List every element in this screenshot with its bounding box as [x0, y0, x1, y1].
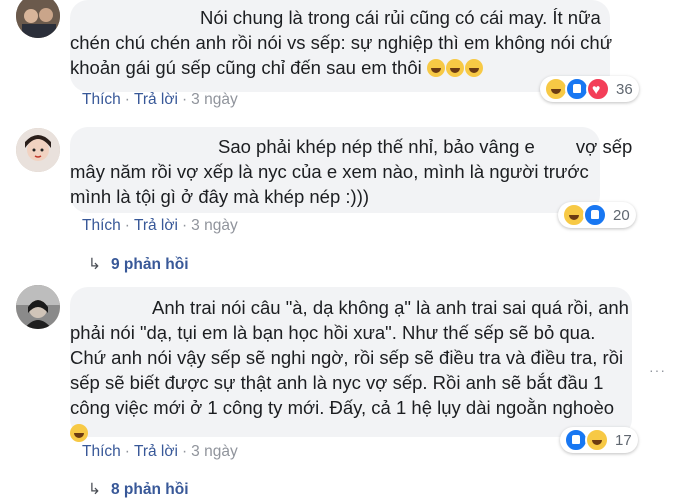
- avatar[interactable]: [16, 285, 60, 329]
- comment-bubble: Nói chung là trong cái rủi cũng có cái m…: [70, 0, 613, 92]
- replies-label: 8 phản hồi: [111, 481, 189, 498]
- action-separator: ·: [124, 217, 130, 234]
- reaction-count: 36: [616, 80, 633, 98]
- comment-text-line: Nói chung là trong cái rủi cũng có cái m…: [200, 7, 601, 28]
- comment-actions: Thích · Trả lời · 3 ngày: [82, 443, 238, 461]
- reply-link[interactable]: Trả lời: [134, 443, 178, 460]
- like-link[interactable]: Thích: [82, 443, 121, 460]
- comment-emoji-row: [70, 420, 620, 445]
- action-separator: ·: [181, 217, 188, 234]
- comment-text-line: sếp sẽ biết được sự thật anh là nyc vợ s…: [70, 372, 604, 393]
- comment-bubble: Anh trai nói câu "à, dạ không ạ" là anh …: [70, 287, 632, 442]
- grinning-squint-emoji-icon: [70, 424, 88, 442]
- action-separator: ·: [124, 443, 130, 460]
- like-icon: [583, 203, 607, 227]
- view-replies-link[interactable]: ↳ 9 phản hồi: [88, 255, 189, 274]
- more-options-icon[interactable]: ···: [649, 362, 666, 378]
- comment-text-line: Chứ anh nói vậy sếp sẽ nghi ngờ, rồi sếp…: [70, 347, 624, 368]
- reply-arrow-icon: ↳: [88, 256, 101, 273]
- haha-icon: [585, 428, 609, 452]
- reply-link[interactable]: Trả lời: [134, 91, 178, 108]
- rofl-emoji-icon: [464, 59, 483, 77]
- reaction-summary[interactable]: 17: [560, 427, 638, 453]
- reply-arrow-icon: ↳: [88, 481, 101, 498]
- reaction-summary[interactable]: 36: [540, 76, 639, 102]
- avatar-photo: [16, 0, 60, 38]
- timestamp[interactable]: 3 ngày: [191, 443, 238, 460]
- comment-text-line: mình là tội gì ở đây mà khép nép :))): [70, 186, 370, 207]
- like-link[interactable]: Thích: [82, 91, 121, 108]
- like-link[interactable]: Thích: [82, 217, 121, 234]
- love-icon: [586, 77, 610, 101]
- replies-label: 9 phản hồi: [111, 256, 189, 273]
- reaction-count: 20: [613, 206, 630, 224]
- rofl-emoji-icon: [445, 59, 464, 77]
- avatar[interactable]: [16, 128, 60, 172]
- avatar-photo: [16, 285, 60, 329]
- rofl-emoji-icon: [426, 59, 445, 77]
- comment-actions: Thích · Trả lời · 3 ngày: [82, 91, 238, 109]
- timestamp[interactable]: 3 ngày: [191, 217, 238, 234]
- reaction-summary[interactable]: 20: [558, 202, 636, 228]
- reply-link[interactable]: Trả lời: [134, 217, 178, 234]
- comment-text-line: khoản gái gú sếp cũng chỉ đến sau em thô…: [70, 57, 422, 78]
- avatar[interactable]: [16, 0, 60, 38]
- comment-text-line: chén chú chén anh rồi nói vs sếp: sự ngh…: [70, 32, 613, 53]
- timestamp[interactable]: 3 ngày: [191, 91, 238, 108]
- action-separator: ·: [181, 91, 188, 108]
- comment-text-line: Sao phải khép nép thế nhỉ, bảo vâng e vợ…: [218, 136, 633, 157]
- view-replies-link[interactable]: ↳ 8 phản hồi: [88, 480, 189, 499]
- comment-text-line: phải nói "dạ, tụi em là bạn học hồi xưa"…: [70, 322, 596, 343]
- avatar-photo: [16, 128, 60, 172]
- reaction-count: 17: [615, 431, 632, 449]
- action-separator: ·: [124, 91, 130, 108]
- action-separator: ·: [181, 443, 188, 460]
- comment-text-line: mây năm rồi vợ xếp là nyc của e xem nào,…: [70, 161, 589, 182]
- comment-bubble: Sao phải khép nép thế nhỉ, bảo vâng e vợ…: [70, 127, 633, 213]
- comment-text-row: khoản gái gú sếp cũng chỉ đến sau em thô…: [70, 55, 598, 80]
- comment-text-line: công việc mới ở 1 công ty mới. Đấy, cả 1…: [70, 397, 615, 418]
- comment-text-line: Anh trai nói câu "à, dạ không ạ" là anh …: [152, 297, 629, 318]
- comment-actions: Thích · Trả lời · 3 ngày: [82, 217, 238, 235]
